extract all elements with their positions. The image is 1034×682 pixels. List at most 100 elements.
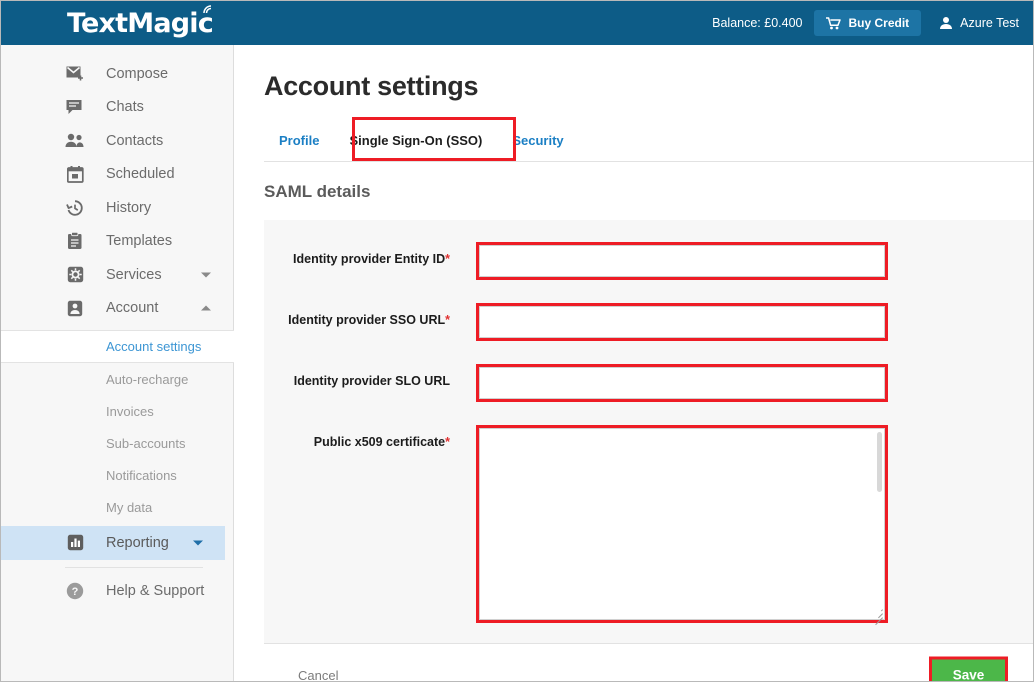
- sidebar-sublabel-account-settings: Account settings: [106, 339, 201, 354]
- header-right-group: Balance: £0.400 Buy Credit: [712, 10, 1019, 36]
- annotation-box-save-button: Save: [929, 657, 1008, 682]
- label-entity-id: Identity provider Entity ID*: [264, 242, 450, 266]
- chevron-down-icon[interactable]: [201, 272, 211, 277]
- sidebar-item-scheduled[interactable]: Scheduled: [1, 158, 233, 192]
- calendar-icon: [65, 164, 85, 184]
- sidebar-label-account: Account: [106, 300, 158, 316]
- input-inner-slo-url: [479, 367, 885, 399]
- sidebar-label-contacts: Contacts: [106, 133, 163, 149]
- signal-wave-icon: [202, 3, 216, 15]
- sidebar-label-history: History: [106, 200, 151, 216]
- input-inner-entity-id: [479, 245, 885, 277]
- sidebar-sublabel-my-data: My data: [106, 500, 152, 515]
- person-icon: [939, 16, 953, 30]
- chevron-up-icon[interactable]: [201, 306, 211, 311]
- form-row-entity-id: Identity provider Entity ID*: [264, 242, 1033, 280]
- sidebar-subitem-auto-recharge[interactable]: Auto-recharge: [1, 363, 233, 395]
- sidebar-subitem-account-settings[interactable]: Account settings: [1, 330, 234, 363]
- sidebar-item-services[interactable]: Services: [1, 258, 233, 292]
- sidebar-item-reporting[interactable]: Reporting: [1, 526, 225, 560]
- input-slo-url[interactable]: [476, 364, 888, 402]
- sidebar-label-services: Services: [106, 267, 162, 283]
- label-text-sso-url: Identity provider SSO URL: [288, 313, 445, 327]
- svg-text:?: ?: [72, 586, 79, 598]
- label-x509-certificate: Public x509 certificate*: [264, 425, 450, 449]
- tab-label-security: Security: [512, 133, 563, 148]
- label-slo-url: Identity provider SLO URL: [264, 364, 450, 388]
- sidebar-label-templates: Templates: [106, 233, 172, 249]
- form-footer: Cancel Save: [264, 644, 1033, 682]
- resize-handle-icon[interactable]: [872, 607, 883, 618]
- reporting-icon: [65, 533, 85, 553]
- sidebar-label-scheduled: Scheduled: [106, 166, 175, 182]
- form-row-slo-url: Identity provider SLO URL: [264, 364, 1033, 402]
- sidebar-subitem-my-data[interactable]: My data: [1, 491, 233, 523]
- sidebar-sublabel-invoices: Invoices: [106, 404, 154, 419]
- sidebar-subitem-notifications[interactable]: Notifications: [1, 459, 233, 491]
- saml-details-panel: Identity provider Entity ID* Identity pr…: [264, 220, 1033, 643]
- sidebar-item-account[interactable]: Account: [1, 292, 233, 326]
- input-entity-id[interactable]: [476, 242, 888, 280]
- app-window: TextMagic Balance: £0.400 Buy Credit: [0, 0, 1034, 682]
- cart-icon: [826, 17, 841, 30]
- textarea-x509-certificate[interactable]: [476, 425, 888, 623]
- tab-label-profile: Profile: [279, 133, 319, 148]
- sidebar-subitem-sub-accounts[interactable]: Sub-accounts: [1, 427, 233, 459]
- chevron-down-icon[interactable]: [193, 540, 203, 545]
- sidebar-sublabel-notifications: Notifications: [106, 468, 177, 483]
- sidebar-item-history[interactable]: History: [1, 191, 233, 225]
- account-icon: [65, 298, 85, 318]
- sidebar-item-compose[interactable]: Compose: [1, 57, 233, 91]
- buy-credit-button[interactable]: Buy Credit: [814, 10, 921, 36]
- main-content: Account settings Profile Single Sign-On …: [235, 45, 1033, 682]
- templates-icon: [65, 231, 85, 251]
- tab-label-single-sign-on: Single Sign-On (SSO): [349, 133, 482, 148]
- sidebar-item-chats[interactable]: Chats: [1, 91, 233, 125]
- sidebar-label-compose: Compose: [106, 66, 168, 82]
- sidebar-divider: [65, 567, 203, 568]
- input-sso-url[interactable]: [476, 303, 888, 341]
- page-title: Account settings: [264, 71, 1033, 102]
- label-text-entity-id: Identity provider Entity ID: [293, 252, 445, 266]
- save-button[interactable]: Save: [932, 660, 1005, 682]
- sidebar-subitem-invoices[interactable]: Invoices: [1, 395, 233, 427]
- input-inner-sso-url: [479, 306, 885, 338]
- tab-bar: Profile Single Sign-On (SSO) Security: [264, 124, 1033, 162]
- control-entity-id: [476, 242, 888, 280]
- tab-profile[interactable]: Profile: [264, 124, 334, 152]
- sidebar-label-help-support: Help & Support: [106, 583, 204, 599]
- contacts-icon: [65, 131, 85, 151]
- section-title: SAML details: [264, 182, 1033, 202]
- balance-label: Balance: £0.400: [712, 16, 802, 30]
- sidebar-sublabel-sub-accounts: Sub-accounts: [106, 436, 186, 451]
- form-row-x509-certificate: Public x509 certificate*: [264, 425, 1033, 623]
- sidebar-item-help-support[interactable]: ? Help & Support: [1, 575, 233, 609]
- tab-single-sign-on[interactable]: Single Sign-On (SSO): [334, 124, 497, 152]
- user-name-label: Azure Test: [960, 16, 1019, 30]
- sidebar-sublabel-auto-recharge: Auto-recharge: [106, 372, 188, 387]
- history-icon: [65, 198, 85, 218]
- textarea-scrollbar[interactable]: [877, 432, 882, 492]
- textmagic-logo[interactable]: TextMagic: [67, 8, 213, 39]
- control-sso-url: [476, 303, 888, 341]
- buy-credit-label: Buy Credit: [848, 16, 909, 30]
- user-menu[interactable]: Azure Test: [939, 16, 1019, 30]
- top-header-bar: TextMagic Balance: £0.400 Buy Credit: [1, 1, 1033, 45]
- control-x509-certificate: [476, 425, 888, 623]
- label-sso-url: Identity provider SSO URL*: [264, 303, 450, 327]
- tab-security[interactable]: Security: [497, 124, 578, 152]
- form-row-sso-url: Identity provider SSO URL*: [264, 303, 1033, 341]
- label-text-slo-url: Identity provider SLO URL: [294, 374, 450, 388]
- cancel-link[interactable]: Cancel: [298, 668, 338, 682]
- compose-icon: [65, 64, 85, 84]
- logo-text: TextMagic: [67, 8, 213, 39]
- sidebar-item-templates[interactable]: Templates: [1, 225, 233, 259]
- required-marker: *: [445, 313, 450, 327]
- sidebar-label-reporting: Reporting: [106, 535, 169, 551]
- help-icon: ?: [65, 581, 85, 601]
- chat-icon: [65, 97, 85, 117]
- sidebar-item-contacts[interactable]: Contacts: [1, 124, 233, 158]
- required-marker: *: [445, 252, 450, 266]
- sidebar-label-chats: Chats: [106, 99, 144, 115]
- textarea-inner-x509-certificate: [479, 428, 885, 620]
